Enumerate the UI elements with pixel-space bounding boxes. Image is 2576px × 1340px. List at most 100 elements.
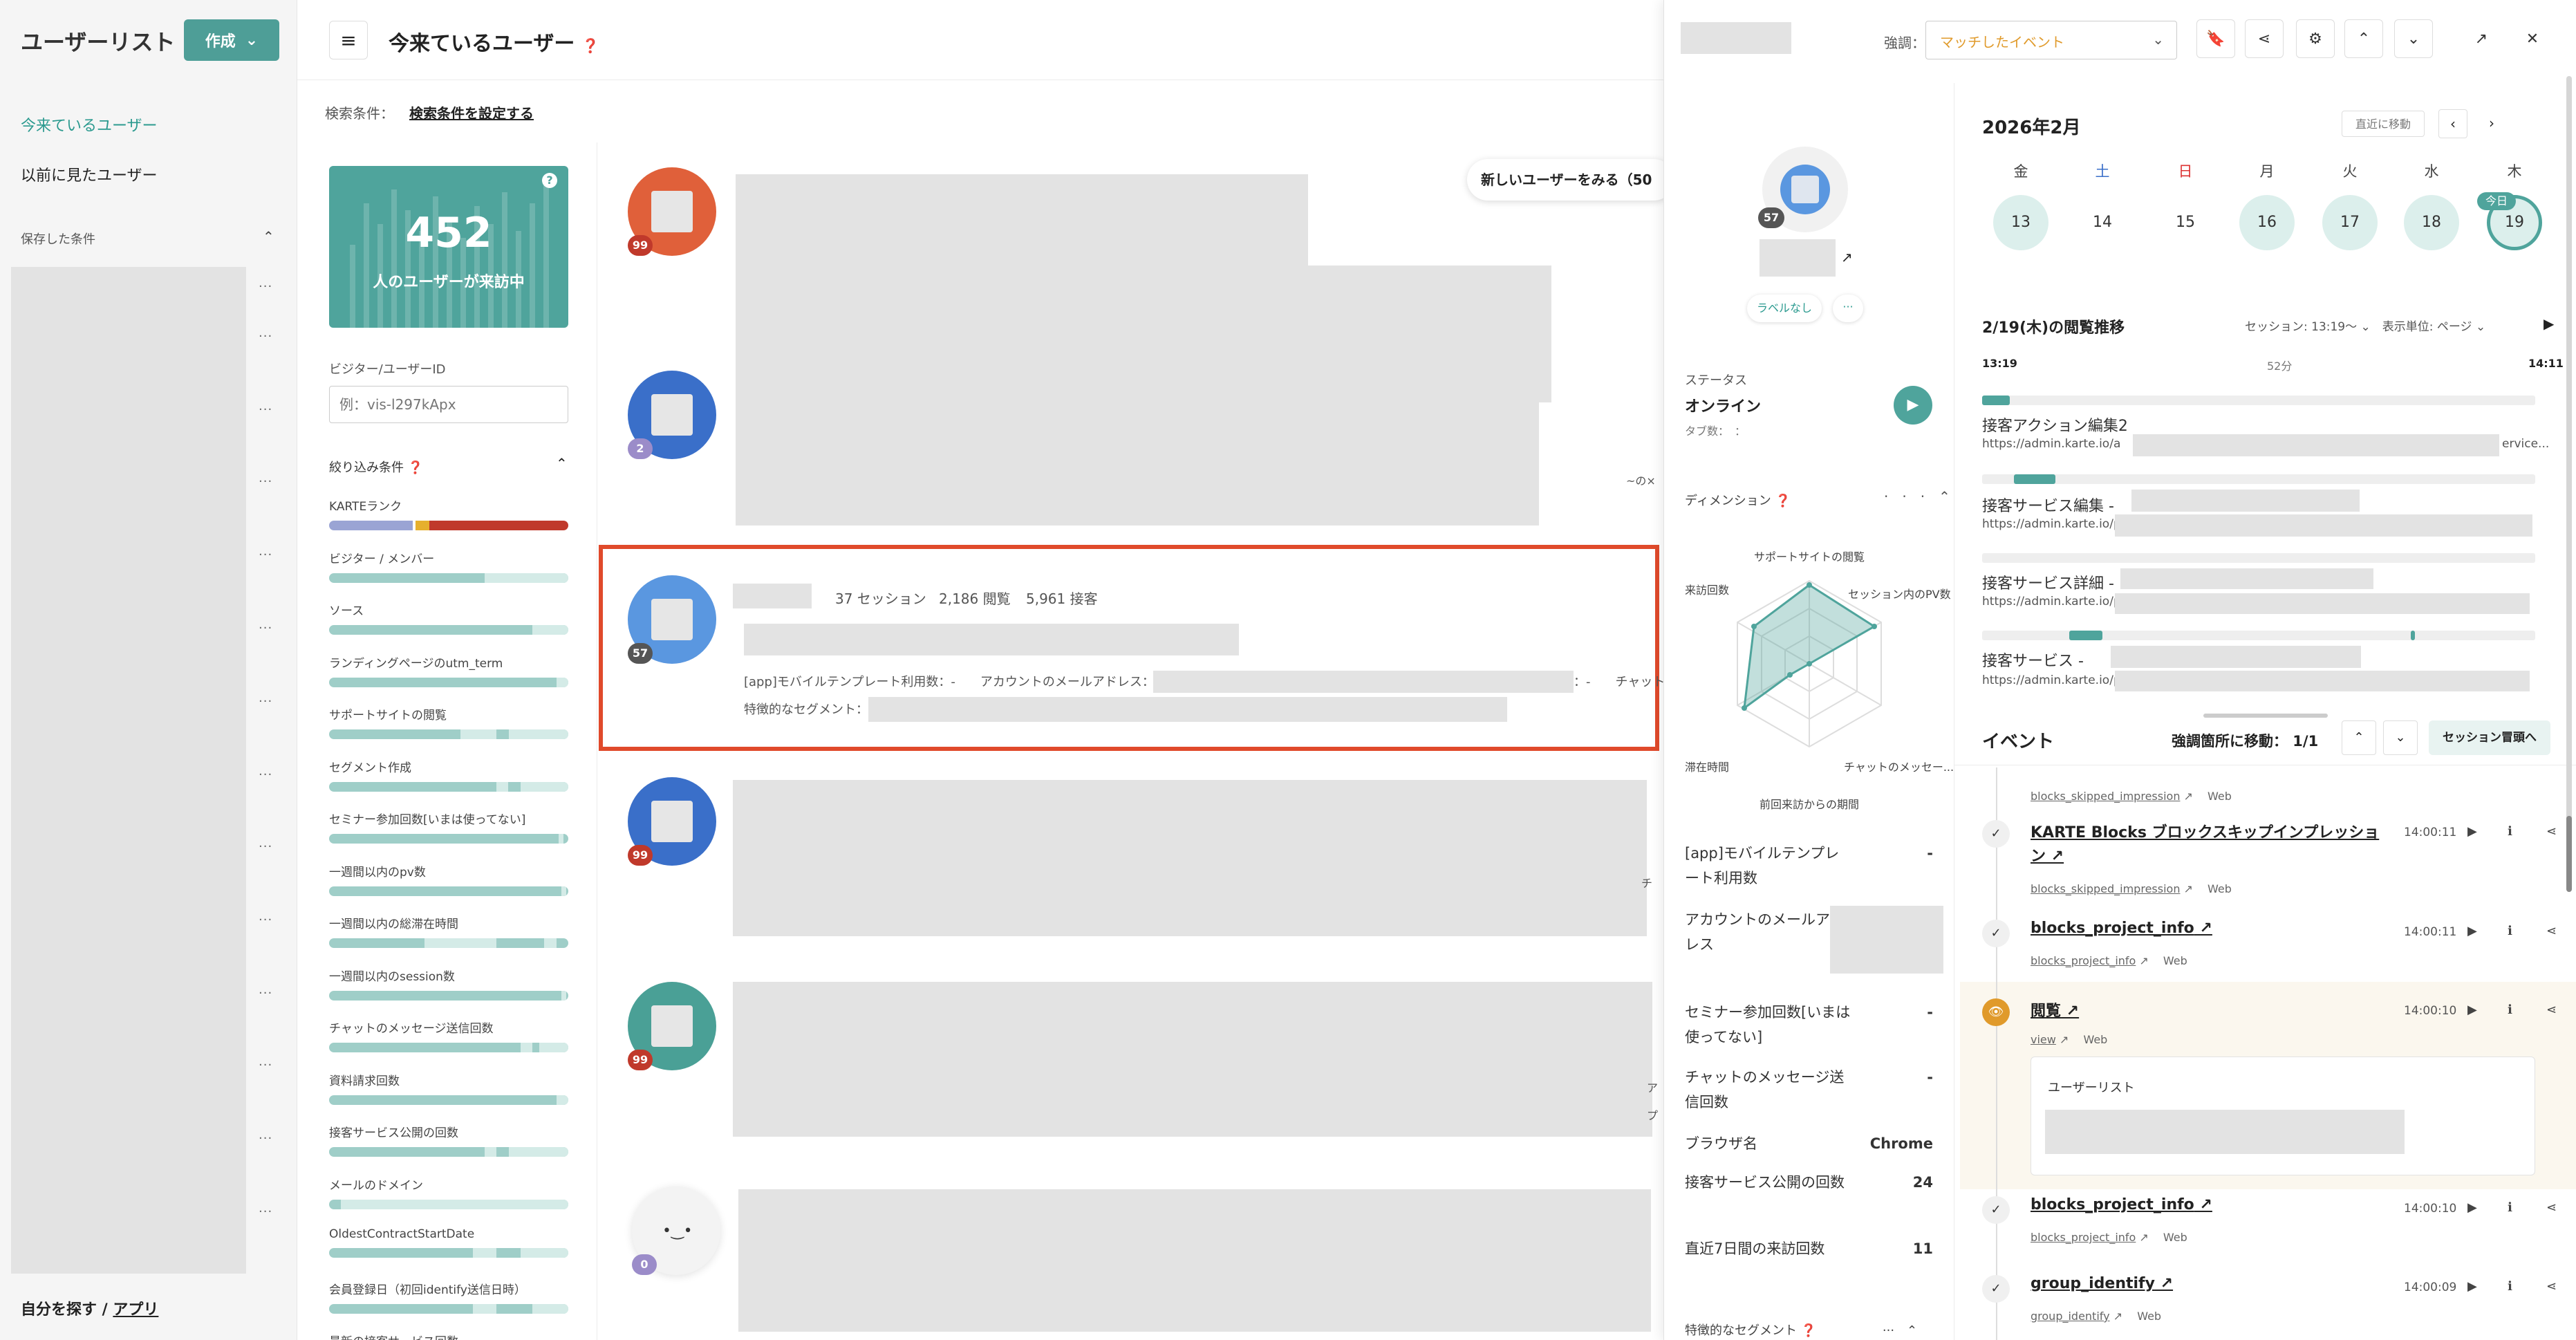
calendar-day[interactable]: 13	[1993, 195, 2048, 250]
set-search-condition-link[interactable]: 検索条件を設定する	[409, 102, 534, 122]
event-key-text[interactable]: blocks_skipped_impression	[2031, 882, 2180, 895]
play-icon[interactable]: ▶	[1894, 386, 1932, 425]
create-button[interactable]: 作成 ⌄	[184, 19, 279, 61]
event-key-text[interactable]: view	[2031, 1033, 2056, 1046]
event-name[interactable]: ン ↗	[2031, 844, 2064, 866]
filter-row[interactable]: ソース	[329, 601, 568, 635]
external-link-icon[interactable]: ↗	[2046, 848, 2064, 865]
saved-item-menu-icon[interactable]: ···	[259, 913, 272, 927]
help-icon[interactable]: ❓	[408, 460, 423, 475]
more-icon[interactable]: ···	[1833, 295, 1863, 322]
saved-item-menu-icon[interactable]: ···	[259, 1204, 272, 1219]
chevron-down-icon[interactable]: ⌄	[2394, 19, 2433, 58]
saved-item-menu-icon[interactable]: ···	[259, 839, 272, 854]
info-icon[interactable]: ℹ	[2508, 924, 2512, 938]
visitor-id-input[interactable]	[329, 386, 568, 423]
saved-item-menu-icon[interactable]: ···	[259, 621, 272, 635]
event-key-text[interactable]: blocks_project_info	[2031, 1231, 2136, 1244]
event-name[interactable]: KARTE Blocks ブロックスキップインプレッショ	[2031, 820, 2379, 842]
calendar-day[interactable]: 16	[2239, 195, 2295, 250]
external-link-icon[interactable]: ↗	[2194, 920, 2212, 937]
external-link-icon[interactable]: ↗	[1841, 249, 1853, 266]
help-icon[interactable]: ❓	[582, 37, 599, 54]
filter-row[interactable]: 資料請求回数	[329, 1071, 568, 1105]
event-name[interactable]: blocks_project_info ↗	[2031, 920, 2212, 937]
event-key-text[interactable]: blocks_project_info	[2031, 954, 2136, 967]
external-link-icon[interactable]: ↗	[2180, 882, 2208, 895]
dimension-controls[interactable]: ···⌃	[1884, 488, 1964, 505]
filter-row[interactable]: 一週間以内の総滞在時間	[329, 914, 568, 948]
play-icon[interactable]: ▶	[2467, 924, 2477, 938]
event-name[interactable]: 閲覧 ↗	[2031, 998, 2079, 1021]
find-myself[interactable]: 自分を探す / アプリ	[21, 1297, 158, 1319]
filter-row[interactable]: 最新の接客サービス回数	[329, 1332, 568, 1340]
filter-row[interactable]: 一週間以内のpv数	[329, 862, 568, 896]
chevron-right-icon[interactable]: ›	[2477, 109, 2506, 138]
saved-item-menu-icon[interactable]: ···	[259, 548, 272, 562]
segment-controls[interactable]: ··· ⌃	[1883, 1323, 1917, 1338]
new-users-button[interactable]: 新しいユーザーをみる（50	[1467, 159, 1674, 201]
external-link-icon[interactable]: ↗	[2194, 1196, 2212, 1213]
play-icon[interactable]: ▶	[2544, 315, 2554, 332]
nav-past-users[interactable]: 以前に見たユーザー	[21, 163, 158, 185]
external-link-icon[interactable]: ↗	[2462, 19, 2501, 58]
saved-item-menu-icon[interactable]: ···	[259, 694, 272, 709]
share-icon[interactable]: ⋖	[2546, 1200, 2557, 1215]
saved-item-menu-icon[interactable]: ···	[259, 329, 272, 344]
filter-row[interactable]: セミナー参加回数[いまは使ってない]	[329, 810, 568, 844]
external-link-icon[interactable]: ↗	[2110, 1310, 2138, 1323]
chevron-up-icon[interactable]: ⌃	[556, 455, 568, 472]
menu-icon[interactable]: ≡	[329, 21, 368, 59]
filter-row[interactable]: 会員登録日（初回identify送信日時）	[329, 1280, 568, 1314]
filter-row[interactable]: チャットのメッセージ送信回数	[329, 1018, 568, 1052]
calendar-day[interactable]: 17	[2322, 195, 2378, 250]
saved-item-menu-icon[interactable]: ···	[259, 402, 272, 417]
external-link-icon[interactable]: ↗	[2136, 1231, 2163, 1244]
play-icon[interactable]: ▶	[2467, 1279, 2477, 1294]
session-start-button[interactable]: セッション冒頭へ	[2429, 720, 2550, 755]
scrollbar-thumb[interactable]	[2566, 816, 2572, 892]
saved-item-menu-icon[interactable]: ···	[259, 1131, 272, 1146]
chevron-up-icon[interactable]: ⌃	[2342, 720, 2376, 755]
selected-user-card[interactable]: 37 セッション 2,186 閲覧 5,961 接客 [app]モバイルテンプレ…	[599, 545, 1665, 751]
info-icon[interactable]: ℹ	[2508, 824, 2512, 839]
saved-item-menu-icon[interactable]: ···	[259, 474, 272, 489]
filter-row[interactable]: 一週間以内のsession数	[329, 967, 568, 1001]
chevron-up-icon[interactable]: ⌃	[263, 228, 274, 245]
session-selector[interactable]: セッション: 13:19～ ⌄ 表示単位: ページ ⌄	[2245, 317, 2485, 334]
chevron-up-icon[interactable]: ⌃	[2344, 19, 2383, 58]
help-icon[interactable]: ?	[542, 173, 557, 188]
external-link-icon[interactable]: ↗	[2155, 1275, 2173, 1292]
saved-item-menu-icon[interactable]: ···	[259, 279, 272, 294]
external-link-icon[interactable]: ↗	[2136, 954, 2163, 967]
event-name[interactable]: group_identify ↗	[2031, 1275, 2173, 1292]
app-link[interactable]: アプリ	[113, 1301, 158, 1319]
event-name[interactable]: blocks_project_info ↗	[2031, 1196, 2212, 1213]
label-button[interactable]: ラベルなし	[1747, 295, 1822, 322]
filter-row[interactable]: ランディングページのutm_term	[329, 653, 568, 687]
filter-row[interactable]: 接客サービス公開の回数	[329, 1123, 568, 1157]
external-link-icon[interactable]: ↗	[2061, 1003, 2079, 1020]
saved-item-menu-icon[interactable]: ···	[259, 767, 272, 782]
share-icon[interactable]: ⋖	[2546, 924, 2557, 938]
filter-row[interactable]: OldestContractStartDate	[329, 1227, 568, 1258]
filter-row[interactable]: セグメント作成	[329, 758, 568, 792]
filter-row[interactable]: KARTEランク	[329, 496, 568, 530]
go-recent-button[interactable]: 直近に移動	[2342, 111, 2425, 137]
calendar-day[interactable]: 14	[2075, 195, 2130, 250]
external-link-icon[interactable]: ↗	[2180, 790, 2208, 803]
help-icon[interactable]: ❓	[1801, 1323, 1816, 1338]
filter-row[interactable]: ビジター / メンバー	[329, 549, 568, 583]
play-icon[interactable]: ▶	[2467, 1200, 2477, 1215]
saved-item-menu-icon[interactable]: ···	[259, 1058, 272, 1072]
share-icon[interactable]: ⋖	[2245, 19, 2284, 58]
close-icon[interactable]: ✕	[2513, 19, 2552, 58]
info-icon[interactable]: ℹ	[2508, 1200, 2512, 1215]
saved-item-menu-icon[interactable]: ···	[259, 986, 272, 1001]
share-icon[interactable]: ⋖	[2546, 824, 2557, 839]
info-icon[interactable]: ℹ	[2508, 1003, 2512, 1017]
event-key-text[interactable]: group_identify	[2031, 1310, 2110, 1323]
bookmark-icon[interactable]: 🔖	[2196, 19, 2235, 58]
filter-row[interactable]: サポートサイトの閲覧	[329, 705, 568, 739]
external-link-icon[interactable]: ↗	[2056, 1033, 2084, 1046]
